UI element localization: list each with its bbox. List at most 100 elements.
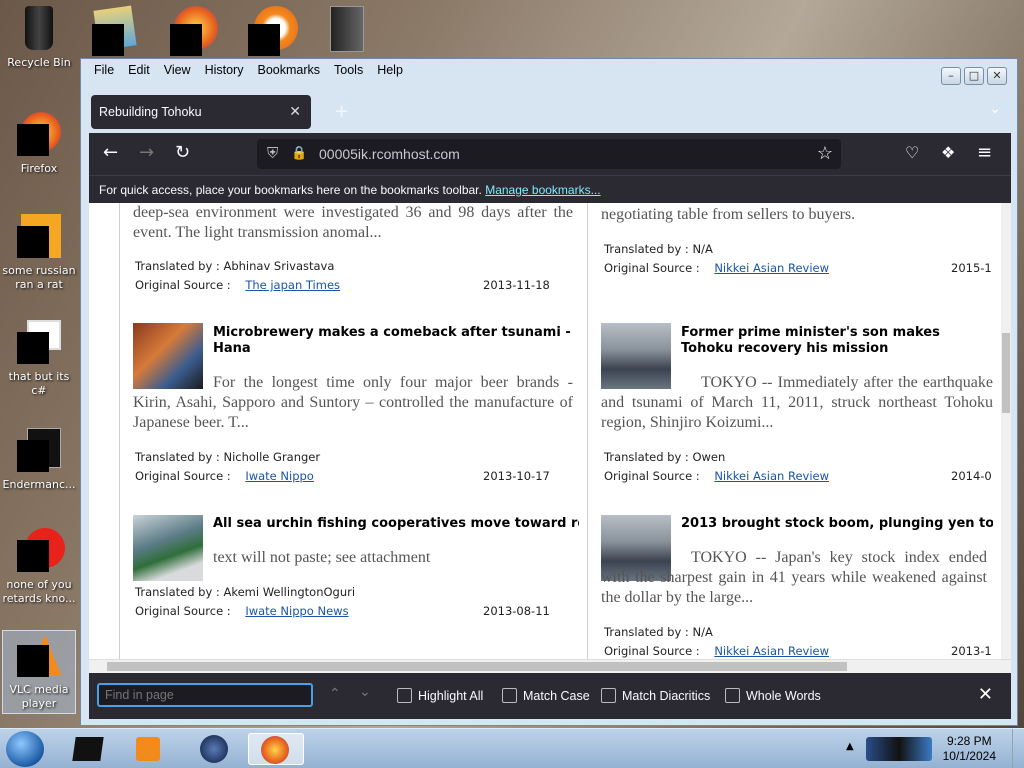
desktop-icon-label: Endermanc... <box>2 478 76 491</box>
show-hidden-icons[interactable]: ▲ <box>846 741 854 752</box>
desktop-icon-label: Recycle Bin <box>7 56 71 69</box>
pocket-icon[interactable]: ♡ <box>905 143 919 163</box>
url-bar[interactable]: ⛨ 🔒 00005ik.rcomhost.com ☆ <box>257 139 841 169</box>
desktop-top-icon-1[interactable] <box>92 4 142 56</box>
checkbox-box <box>601 688 616 703</box>
translator-line: Translated by : Owen <box>604 450 725 464</box>
source-link[interactable]: Iwate Nippo News <box>245 604 348 618</box>
translator-label: Translated by : <box>604 242 689 256</box>
desktop-icon-label: VLC media player <box>9 683 69 710</box>
desktop-top-icon-3[interactable] <box>248 4 298 56</box>
article-snippet: negotiating table from sellers to buyers… <box>601 206 856 223</box>
desktop-icon-endermanc[interactable]: Endermanc... <box>2 426 76 492</box>
source-label: Original Source : <box>604 469 700 483</box>
reload-icon[interactable]: ↻ <box>175 143 190 163</box>
article-title[interactable]: Former prime minister's son makes Tohoku… <box>681 325 993 357</box>
tray-icons[interactable] <box>866 737 932 761</box>
find-previous-icon[interactable]: ⌃ <box>329 685 341 702</box>
list-all-tabs-icon[interactable]: ⌄ <box>989 101 1001 117</box>
source-link[interactable]: Nikkei Asian Review <box>714 261 829 275</box>
horizontal-scrollbar[interactable] <box>89 659 1011 673</box>
match-case-checkbox[interactable]: Match Case <box>502 688 590 703</box>
desktop-icon-that-but-its-c[interactable]: that but its c# <box>2 318 76 398</box>
checkbox-box <box>397 688 412 703</box>
shield-icon[interactable]: ⛨ <box>267 145 278 162</box>
translator-name: Abhinav Srivastava <box>223 259 335 273</box>
desktop-icon-none-of-you[interactable]: none of you retards kno... <box>2 526 76 606</box>
taskbar-app-1[interactable] <box>66 733 110 765</box>
menu-bookmarks[interactable]: Bookmarks <box>250 61 327 81</box>
translator-name: N/A <box>692 625 713 639</box>
source-link[interactable]: Iwate Nippo <box>245 469 314 483</box>
menu-help[interactable]: Help <box>370 61 410 81</box>
checkbox-box <box>502 688 517 703</box>
match-diacritics-checkbox[interactable]: Match Diacritics <box>601 688 710 703</box>
taskbar-firefox[interactable] <box>248 733 304 765</box>
find-next-icon[interactable]: ⌄ <box>359 683 371 700</box>
program-icon <box>15 212 63 260</box>
close-find-bar-icon[interactable]: ✕ <box>978 684 993 705</box>
menu-tools[interactable]: Tools <box>327 61 370 81</box>
new-tab-icon[interactable]: + <box>334 101 349 122</box>
desktop-icon-firefox[interactable]: Firefox <box>2 110 76 176</box>
show-desktop-button[interactable] <box>1012 729 1024 768</box>
source-link[interactable]: Nikkei Asian Review <box>714 644 829 658</box>
find-bar: ⌃ ⌄ Highlight All Match Case Match Diacr… <box>89 673 1011 719</box>
maximize-button[interactable]: □ <box>964 67 984 85</box>
extensions-icon[interactable]: ❖ <box>941 143 955 163</box>
highlight-all-checkbox[interactable]: Highlight All <box>397 688 483 703</box>
find-in-page-input[interactable] <box>97 683 313 707</box>
start-button[interactable] <box>6 731 44 767</box>
article-date: 2014-0 <box>951 469 992 483</box>
manage-bookmarks-link[interactable]: Manage bookmarks... <box>485 183 600 197</box>
article-snippet: For the longest time only four major bee… <box>133 374 573 431</box>
navigation-toolbar: ← → ↻ ⛨ 🔒 00005ik.rcomhost.com ☆ ♡ ❖ ≡ <box>89 133 1011 175</box>
desktop-icon-some-russian[interactable]: some russian ran a rat <box>2 212 76 292</box>
article-thumbnail[interactable] <box>133 515 203 581</box>
menu-history[interactable]: History <box>198 61 251 81</box>
desktop-top-icon-2[interactable] <box>170 4 220 56</box>
source-link[interactable]: The japan Times <box>245 278 340 292</box>
translator-label: Translated by : <box>604 625 689 639</box>
whole-words-checkbox[interactable]: Whole Words <box>725 688 821 703</box>
desktop-top-icon-4[interactable] <box>328 4 378 56</box>
desktop-icon-vlc[interactable]: VLC media player <box>2 630 76 714</box>
menu-file[interactable]: File <box>87 61 121 81</box>
source-line: Original Source : Nikkei Asian Review <box>604 644 829 658</box>
article-date: 2013-08-11 <box>483 604 550 618</box>
vertical-scroll-thumb[interactable] <box>1002 333 1010 413</box>
vertical-scrollbar[interactable] <box>1001 203 1011 659</box>
tab-rebuilding-tohoku[interactable]: Rebuilding Tohoku ✕ <box>91 95 311 129</box>
back-icon[interactable]: ← <box>103 143 118 163</box>
vlc-icon <box>15 631 63 679</box>
bookmark-star-icon[interactable]: ☆ <box>817 143 833 164</box>
article-title[interactable]: 2013 brought stock boom, plunging yen to <box>681 516 993 532</box>
article-title[interactable]: Microbrewery makes a comeback after tsun… <box>213 325 573 357</box>
menu-view[interactable]: View <box>157 61 198 81</box>
article-title[interactable]: All sea urchin fishing cooperatives move… <box>213 516 579 532</box>
forward-icon[interactable]: → <box>139 143 154 163</box>
insecure-lock-icon[interactable]: 🔒 <box>291 145 307 161</box>
close-tab-icon[interactable]: ✕ <box>289 103 301 120</box>
minimize-button[interactable]: – <box>941 67 961 85</box>
source-line: Original Source : Nikkei Asian Review <box>604 261 829 275</box>
desktop-icon-label: none of you retards kno... <box>2 578 76 605</box>
desktop-icon-recycle-bin[interactable]: Recycle Bin <box>2 4 76 70</box>
translator-name: Owen <box>692 450 726 464</box>
source-link[interactable]: Nikkei Asian Review <box>714 469 829 483</box>
translator-name: Akemi WellingtonOguri <box>223 585 356 599</box>
close-window-button[interactable]: ✕ <box>987 67 1007 85</box>
article-date: 2013-11-18 <box>483 278 550 292</box>
page-content: deep-sea environment were investigated 3… <box>89 203 1011 659</box>
taskbar-clock[interactable]: 9:28 PM 10/1/2024 <box>943 734 996 764</box>
checkbox-label: Match Case <box>523 688 590 703</box>
menu-edit[interactable]: Edit <box>121 61 157 81</box>
taskbar-media-player[interactable] <box>126 733 170 765</box>
horizontal-scroll-thumb[interactable] <box>107 662 847 671</box>
translator-label: Translated by : <box>135 585 220 599</box>
source-label: Original Source : <box>604 644 700 658</box>
taskbar-app-3[interactable] <box>192 733 236 765</box>
menu-hamburger-icon[interactable]: ≡ <box>977 143 992 163</box>
translator-line: Translated by : N/A <box>604 625 713 639</box>
source-label: Original Source : <box>135 469 231 483</box>
